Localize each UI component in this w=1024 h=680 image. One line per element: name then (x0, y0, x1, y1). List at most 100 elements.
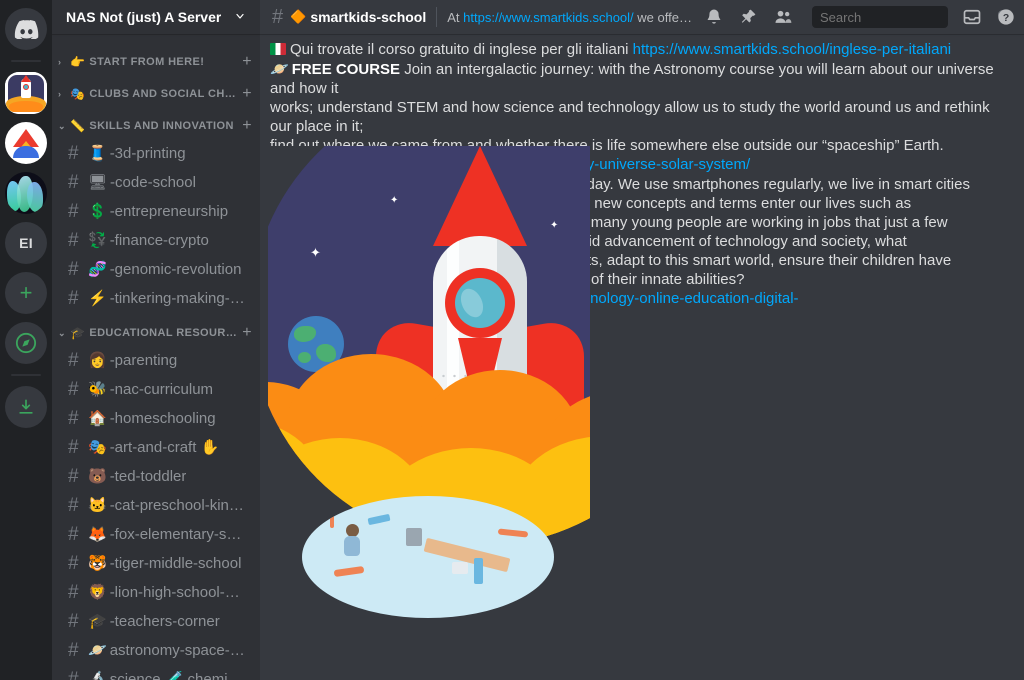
add-channel-button[interactable]: + (238, 118, 252, 134)
category-emoji: 📏 (70, 119, 86, 133)
channel-emoji: 🦁 (88, 584, 107, 601)
add-channel-button[interactable]: + (238, 325, 252, 341)
category-header-educational-resources[interactable]: ⌄ 🎓 EDUCATIONAL RESOURCES + (52, 313, 260, 345)
channel-item[interactable]: # 🏠 -homeschooling (60, 404, 252, 432)
topic-link[interactable]: https://www.smartkids.school/ (463, 10, 634, 25)
rocket-avatar-art (5, 72, 47, 114)
channel-name: -teachers-corner (109, 612, 220, 630)
channel-item[interactable]: # 🐱-cat-preschool-kinder… (60, 491, 252, 519)
book-prop (367, 513, 391, 526)
server-icon-triangle[interactable] (5, 122, 47, 164)
add-channel-button[interactable]: + (238, 86, 252, 102)
pencil-prop (333, 565, 365, 578)
compass-icon (15, 332, 37, 354)
message-line: works; understand STEM and how science a… (268, 98, 1004, 136)
channel-emoji: 🔶 (290, 9, 307, 24)
chair-prop (406, 528, 422, 546)
hash-icon: # (68, 436, 79, 458)
channel-list[interactable]: › 👉 START FROM HERE! + › 🎭 CLUBS AND SOCIAL CH… (52, 34, 260, 680)
message-line: Qui trovate il corso gratuito di inglese… (268, 40, 1004, 59)
channel-emoji: ⚡ (88, 290, 107, 307)
category-emoji: 👉 (70, 55, 86, 69)
rail-divider (11, 60, 41, 62)
channel-emoji: 🧵 (88, 145, 107, 162)
hash-icon: # (68, 287, 79, 309)
members-icon[interactable] (772, 7, 794, 27)
message-list[interactable]: Qui trovate il corso gratuito di inglese… (260, 34, 1024, 680)
add-server-button[interactable]: + (5, 272, 47, 314)
server-icon-rocket[interactable] (5, 72, 47, 114)
help-icon[interactable]: ? (996, 7, 1016, 27)
discord-home-button[interactable] (5, 8, 47, 50)
topic-suffix: we offer many of our cours… (637, 9, 694, 25)
channel-name: -3d-printing (109, 144, 186, 162)
category-header-clubs-and-social-channels[interactable]: › 🎭CLUBS AND SOCIAL CHANNELS+ (52, 74, 260, 106)
pin-icon[interactable] (738, 7, 758, 27)
channel-item[interactable]: # 🎓 -teachers-corner (60, 607, 252, 635)
channel-name: -art-and-craft ✋ (109, 439, 220, 456)
add-channel-button[interactable]: + (238, 54, 252, 70)
chevron-down-icon: ⌄ (58, 120, 66, 131)
channel-item[interactable]: # 🦊-fox-elementary-school (60, 520, 252, 548)
channel-item[interactable]: # 🧬 -genomic-revolution (60, 255, 252, 283)
hash-icon: # (68, 668, 79, 680)
category-header-skills-and-innovation[interactable]: ⌄ 📏 SKILLS AND INNOVATION + (52, 106, 260, 138)
rail-divider-bottom (11, 374, 41, 376)
hash-icon: # (68, 523, 79, 545)
channel-item[interactable]: # ⚡ -tinkering-making-cir… (60, 284, 252, 312)
channel-item[interactable]: # 💱 -finance-crypto (60, 226, 252, 254)
svg-text:?: ? (1003, 13, 1009, 24)
channel-emoji: 🎭 (88, 439, 107, 456)
guild-header-button[interactable]: NAS Not (just) A Server (52, 0, 260, 34)
main-content: # 🔶 smartkids-school At https://www.smar… (260, 0, 1024, 680)
server-icon-ei[interactable]: EI (5, 222, 47, 264)
pencil-prop (330, 514, 334, 528)
message-link[interactable]: https://www.smartkids.school/inglese-per… (633, 41, 951, 58)
chevron-right-icon: › (58, 89, 62, 99)
hash-icon: # (68, 142, 79, 164)
bookshelf-prop (474, 558, 483, 584)
message-attachment[interactable]: ✦ ✦ ✦ ✦ ✦ ✦ ✦ ✦ (268, 146, 590, 680)
channel-name: -lion-high-school-bey… (109, 583, 246, 601)
hash-icon: # (68, 494, 79, 516)
channel-item[interactable]: # 🐝 -nac-curriculum (60, 375, 252, 403)
hash-icon: # (68, 378, 79, 400)
channel-name: -parenting (109, 351, 178, 369)
hash-icon: # (68, 639, 79, 661)
star-icon: ✦ (390, 195, 399, 206)
channel-item[interactable]: # 💲 -entrepreneurship (60, 197, 252, 225)
discord-logo-icon (14, 19, 39, 39)
channel-title: smartkids-school (310, 9, 427, 25)
channel-name: science 🧪 chemistry (109, 671, 246, 680)
hash-icon: # (68, 610, 79, 632)
rocket-launch-illustration[interactable]: ✦ ✦ ✦ ✦ ✦ ✦ ✦ ✦ (268, 146, 590, 546)
channel-item[interactable]: # 👩 -parenting (60, 346, 252, 374)
notification-bell-icon[interactable] (704, 7, 724, 27)
download-apps-button[interactable] (5, 386, 47, 428)
category-label: EDUCATIONAL RESOURCES (89, 327, 239, 339)
channel-name: -cat-preschool-kinder… (109, 496, 246, 514)
channel-item[interactable]: # 🧵 -3d-printing (60, 139, 252, 167)
channel-name: -entrepreneurship (109, 202, 229, 220)
message-italian: Qui trovate il corso gratuito di inglese… (268, 40, 1004, 59)
channel-item[interactable]: # 🔬 science 🧪 chemistry (60, 665, 252, 680)
channel-item[interactable]: # 🪐astronomy-space-exp… (60, 636, 252, 664)
explore-servers-button[interactable] (5, 322, 47, 364)
hash-icon: # (68, 229, 79, 251)
server-icon-aurora[interactable] (5, 172, 47, 214)
channel-item[interactable]: # 🐻 -ted-toddler (60, 462, 252, 490)
channel-item[interactable]: # 🎭 -art-and-craft ✋ (60, 433, 252, 461)
channel-topic[interactable]: At https://www.smartkids.school/ we offe… (447, 10, 694, 25)
channel-item[interactable]: # 🦁-lion-high-school-bey… (60, 578, 252, 606)
channel-item[interactable]: # 🐯 -tiger-middle-school (60, 549, 252, 577)
category-header-start-from-here[interactable]: › 👉 START FROM HERE! + (52, 42, 260, 74)
channel-item[interactable]: # 🖥 -code-school (60, 168, 252, 196)
topic-prefix: At (447, 9, 464, 25)
search-box[interactable] (812, 6, 1010, 28)
channel-sidebar: NAS Not (just) A Server › 👉 START FROM HER… (52, 0, 260, 680)
hash-icon: # (68, 407, 79, 429)
hash-icon: # (68, 200, 79, 222)
saturn-icon: 🪐 (270, 61, 289, 78)
inbox-icon[interactable] (962, 7, 982, 27)
message-line: 🪐 FREE COURSE Join an intergalactic journ… (268, 60, 1004, 98)
